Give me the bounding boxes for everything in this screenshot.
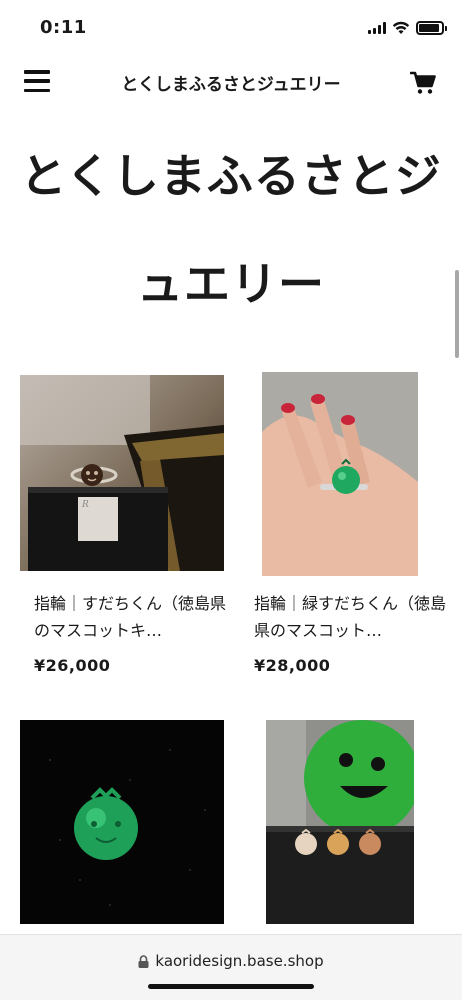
product-card[interactable]: [20, 720, 232, 934]
product-image[interactable]: [266, 720, 414, 924]
status-icons: [368, 19, 447, 37]
app-header: とくしまふるさとジュエリー: [0, 60, 462, 106]
cart-icon[interactable]: [410, 70, 436, 96]
product-card[interactable]: 指輪｜緑すだちくん（徳島県のマスコット… ¥28,000: [240, 372, 452, 675]
product-name[interactable]: 指輪｜緑すだちくん（徳島県のマスコット…: [254, 590, 452, 644]
shop-title: とくしまふるさとジュエリー: [20, 149, 442, 311]
home-indicator[interactable]: [148, 984, 314, 989]
url-text[interactable]: kaoridesign.base.shop: [155, 952, 323, 970]
product-card[interactable]: R 指輪｜すだちくん（徳島県のマスコットキ… ¥26,000: [20, 375, 232, 675]
product-card[interactable]: [240, 720, 452, 934]
product-name[interactable]: 指輪｜すだちくん（徳島県のマスコットキ…: [34, 590, 232, 644]
product-image[interactable]: R: [20, 375, 224, 571]
status-bar: 0:11: [0, 0, 462, 54]
wifi-icon: [392, 21, 410, 34]
product-image[interactable]: [20, 720, 224, 924]
url-display[interactable]: kaoridesign.base.shop: [0, 952, 462, 970]
product-price: ¥28,000: [254, 656, 331, 675]
svg-text:R: R: [81, 500, 89, 510]
scrollbar[interactable]: [455, 270, 459, 358]
menu-icon[interactable]: [24, 70, 50, 92]
signal-icon: [368, 22, 386, 34]
product-price: ¥26,000: [34, 656, 111, 675]
product-image[interactable]: [262, 372, 418, 576]
lock-icon: [138, 954, 149, 968]
browser-url-bar[interactable]: kaoridesign.base.shop: [0, 934, 462, 1000]
header-title[interactable]: とくしまふるさとジュエリー: [80, 70, 382, 95]
battery-icon: [416, 21, 447, 35]
status-time: 0:11: [40, 17, 87, 38]
